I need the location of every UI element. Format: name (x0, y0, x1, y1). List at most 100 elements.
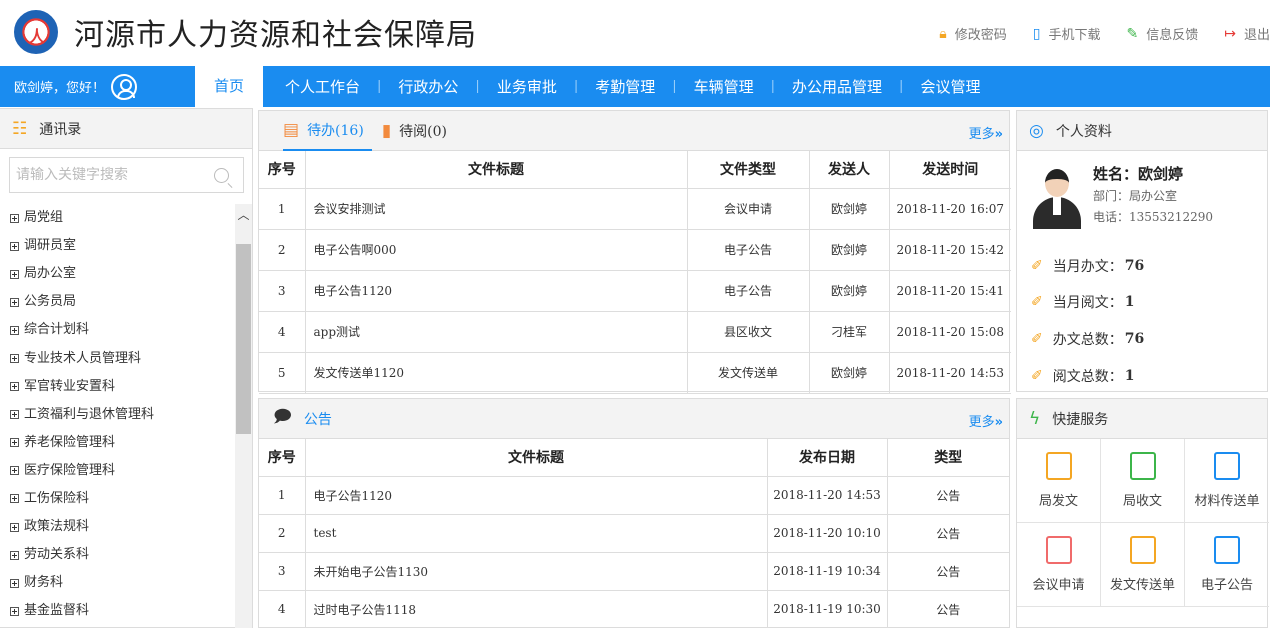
nav-item-office-supplies[interactable]: 办公用品管理 (792, 76, 882, 97)
pin-icon: ✐ (1031, 294, 1043, 310)
quick-item[interactable]: 局发文 (1017, 439, 1101, 523)
notice-title-link[interactable]: 过时电子公告1118 (305, 590, 768, 628)
mobile-download-link[interactable]: ▯ 手机下载 (1033, 24, 1101, 44)
expand-icon[interactable] (10, 241, 19, 251)
todo-panel: ▤ 待办(16) ▮ 待阅(0) 更多» 序号 文件标题 文件类型 发送人 发送… (258, 110, 1011, 394)
user-greeting: 欧剑婷，您好！ (14, 66, 138, 107)
expand-icon[interactable] (10, 578, 19, 588)
tree-item[interactable]: 政策法规科 (10, 513, 232, 541)
nav-item-home[interactable]: 首页 (195, 66, 263, 107)
contacts-scrollbar[interactable]: ︿ (235, 204, 252, 628)
site-title: 河源市人力资源和社会保障局 (74, 18, 477, 53)
tab-pending[interactable]: ▤ 待办(16) (283, 111, 372, 151)
notice-table: 序号 文件标题 发布日期 类型 1 电子公告1120 2018-11-20 14:5… (259, 439, 1009, 628)
tree-item[interactable]: 综合计划科 (10, 316, 232, 344)
todo-title-link[interactable]: 电子公告啊000 (305, 229, 688, 271)
document-check-icon (1214, 452, 1240, 480)
user-icon[interactable] (111, 73, 138, 100)
logout-icon: ↦ (1224, 25, 1236, 42)
table-row[interactable]: 3 电子公告1120 电子公告 欧剑婷 2018-11-20 15:41 (259, 270, 1011, 312)
stat-total-handled: ✐ 办文总数： 76 (1031, 331, 1145, 348)
todo-title-link[interactable]: 电子公告1120 (305, 270, 688, 312)
search-input[interactable] (10, 158, 205, 192)
quick-item[interactable]: 发文传送单 (1101, 523, 1185, 607)
table-row[interactable]: 3 未开始电子公告1130 2018-11-19 10:34 公告 (259, 552, 1009, 591)
nav-item-meetings[interactable]: 会议管理 (920, 76, 980, 97)
notice-header: 🗩︎ 公告 更多» (259, 399, 1009, 439)
people-icon (1045, 536, 1072, 564)
expand-icon[interactable] (10, 213, 19, 223)
quick-item[interactable]: 会议申请 (1017, 523, 1101, 607)
nav-item-admin-office[interactable]: 行政办公 (398, 76, 458, 97)
todo-title-link[interactable]: 会议安排测试 (305, 188, 688, 230)
tree-item[interactable]: 专业技术人员管理科 (10, 344, 232, 372)
tree-item[interactable]: 养老保险管理科 (10, 429, 232, 457)
expand-icon[interactable] (10, 438, 19, 448)
tree-item[interactable]: 工伤保险科 (10, 485, 232, 513)
expand-icon[interactable] (10, 606, 19, 616)
lock-icon: 🔒︎ (939, 25, 947, 42)
expand-icon[interactable] (10, 382, 19, 392)
tree-item[interactable]: 局党组 (10, 204, 232, 232)
quick-item[interactable]: 材料传送单 (1185, 439, 1269, 523)
search-icon[interactable] (214, 168, 229, 183)
contacts-icon: ☷ (12, 118, 28, 139)
nav-item-vehicles[interactable]: 车辆管理 (694, 76, 754, 97)
tree-item[interactable]: 调研员室 (10, 232, 232, 260)
profile-phone: 电话：13553212290 (1093, 210, 1213, 224)
todo-title-link[interactable]: 发文传送单1120 (305, 352, 688, 394)
notice-title-link[interactable]: 未开始电子公告1130 (305, 552, 768, 591)
stat-month-handled: ✐ 当月办文： 76 (1031, 258, 1145, 275)
nav-item-workbench[interactable]: 个人工作台 (285, 76, 360, 97)
nav-item-business-approval[interactable]: 业务审批 (497, 76, 557, 97)
quick-item[interactable]: 电子公告 (1185, 523, 1269, 607)
tree-item[interactable]: 工资福利与退休管理科 (10, 401, 232, 429)
table-row[interactable]: 4 过时电子公告1118 2018-11-19 10:30 公告 (259, 590, 1009, 628)
expand-icon[interactable] (10, 297, 19, 307)
quick-item[interactable]: 局收文 (1101, 439, 1185, 523)
expand-icon[interactable] (10, 550, 19, 560)
bookmark-icon: ▮ (381, 120, 392, 141)
expand-icon[interactable] (10, 466, 19, 476)
nav-item-attendance[interactable]: 考勤管理 (595, 76, 655, 97)
chevron-up-icon[interactable]: ︿ (235, 204, 252, 224)
expand-icon[interactable] (10, 522, 19, 532)
contacts-tree: 局党组 调研员室 局办公室 公务员局 综合计划科 专业技术人员管理科 军官转业安置科 工资福利… (10, 204, 232, 625)
scroll-thumb[interactable] (236, 244, 251, 434)
screen-icon (1214, 536, 1240, 564)
change-password-link[interactable]: 🔒︎ 修改密码 (939, 24, 1006, 44)
expand-icon[interactable] (10, 354, 19, 364)
nav-items: 首页 个人工作台 | 行政办公 | 业务审批 | 考勤管理 | 车辆管理 | 办… (195, 66, 980, 107)
expand-icon[interactable] (10, 269, 19, 279)
expand-icon[interactable] (10, 494, 19, 504)
tree-item[interactable]: 公务员局 (10, 288, 232, 316)
tree-item[interactable]: 军官转业安置科 (10, 373, 232, 401)
feedback-link[interactable]: ✎ 信息反馈 (1127, 24, 1199, 44)
tree-item[interactable]: 局办公室 (10, 260, 232, 288)
table-row[interactable]: 2 test 2018-11-20 10:10 公告 (259, 514, 1009, 553)
tab-to-read[interactable]: ▮ 待阅(0) (382, 111, 455, 151)
table-row[interactable]: 2 电子公告啊000 电子公告 欧剑婷 2018-11-20 15:42 (259, 229, 1011, 271)
profile-icon: ◎ (1029, 120, 1044, 141)
notice-more-link[interactable]: 更多» (969, 411, 1003, 430)
todo-more-link[interactable]: 更多» (969, 123, 1003, 142)
table-row[interactable]: 5 发文传送单1120 发文传送单 欧剑婷 2018-11-20 14:53 (259, 352, 1011, 394)
todo-title-link[interactable]: app测试 (305, 311, 688, 353)
logout-link[interactable]: ↦ 退出 (1224, 24, 1270, 44)
pin-icon: ✐ (1031, 368, 1043, 384)
expand-icon[interactable] (10, 325, 19, 335)
table-row[interactable]: 1 会议安排测试 会议申请 欧剑婷 2018-11-20 16:07 (259, 188, 1011, 230)
profile-dept: 部门：局办公室 (1093, 189, 1178, 203)
tree-item[interactable]: 劳动关系科 (10, 541, 232, 569)
table-row[interactable]: 4 app测试 县区收文 刁桂军 2018-11-20 15:08 (259, 311, 1011, 353)
expand-icon[interactable] (10, 410, 19, 420)
main-nav: 欧剑婷，您好！ 首页 个人工作台 | 行政办公 | 业务审批 | 考勤管理 | … (0, 66, 1270, 107)
todo-header: ▤ 待办(16) ▮ 待阅(0) 更多» (259, 111, 1009, 151)
tree-item[interactable]: 财务科 (10, 569, 232, 597)
tree-item[interactable]: 基金监督科 (10, 597, 232, 625)
top-links: 🔒︎ 修改密码 ▯ 手机下载 ✎ 信息反馈 ↦ 退出 (913, 24, 1270, 44)
tree-item[interactable]: 医疗保险管理科 (10, 457, 232, 485)
notice-title-link[interactable]: 电子公告1120 (305, 476, 768, 515)
table-row[interactable]: 1 电子公告1120 2018-11-20 14:53 公告 (259, 476, 1009, 515)
notice-title-link[interactable]: test (305, 514, 768, 553)
